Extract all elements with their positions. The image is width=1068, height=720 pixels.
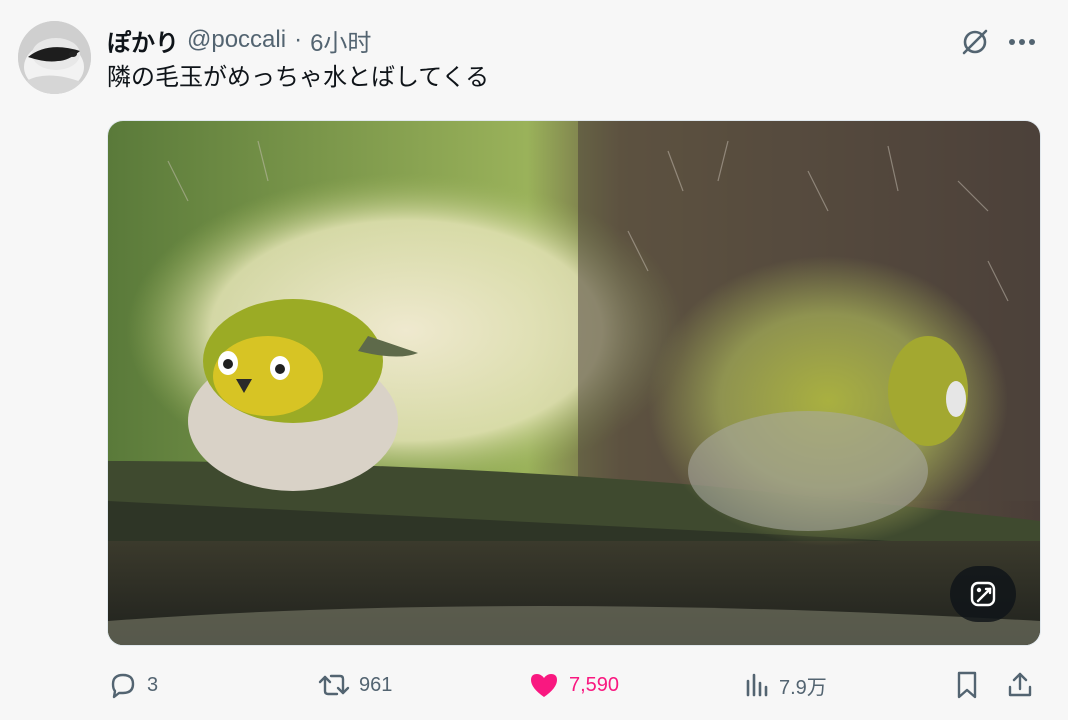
edit-image-icon [970, 581, 996, 607]
grok-button[interactable] [955, 22, 995, 62]
bookmark-button[interactable] [953, 665, 981, 705]
views-button[interactable]: 7.9万 [743, 665, 827, 705]
more-icon [1009, 39, 1035, 45]
views-count: 7.9万 [779, 676, 827, 699]
action-bar: 3 961 7,590 7.9万 [107, 665, 1039, 705]
tweet-photo[interactable] [107, 120, 1041, 646]
reply-icon [111, 673, 135, 699]
like-button[interactable]: 7,590 [527, 665, 619, 705]
heart-icon [531, 674, 557, 697]
retweet-count: 961 [359, 673, 393, 696]
timestamp[interactable]: 6小时 [310, 23, 371, 58]
tweet-header: ぽかり @poccali · 6小时 [107, 23, 371, 58]
tweet-text: 隣の毛玉がめっちゃ水とばしてくる [107, 64, 490, 91]
retweet-button[interactable]: 961 [317, 665, 392, 705]
avatar-image [18, 21, 91, 94]
avatar[interactable] [18, 21, 91, 94]
bookmark-icon [957, 671, 977, 699]
display-name[interactable]: ぽかり [107, 23, 179, 58]
edit-image-button[interactable] [950, 566, 1016, 622]
share-icon [1008, 672, 1032, 697]
reply-button[interactable]: 3 [107, 665, 158, 705]
handle[interactable]: @poccali [187, 26, 286, 54]
share-button[interactable] [1005, 665, 1035, 705]
tweet[interactable]: ぽかり @poccali · 6小时 隣の毛玉がめっちゃ水とばしてくる 3 96… [0, 0, 1068, 720]
separator-dot: · [294, 26, 303, 53]
retweet-icon [318, 674, 350, 696]
reply-count: 3 [147, 673, 159, 696]
views-icon [746, 673, 768, 697]
photo-image [108, 121, 1040, 645]
grok-icon [962, 29, 988, 55]
more-button[interactable] [1002, 22, 1042, 62]
like-count: 7,590 [569, 673, 620, 696]
